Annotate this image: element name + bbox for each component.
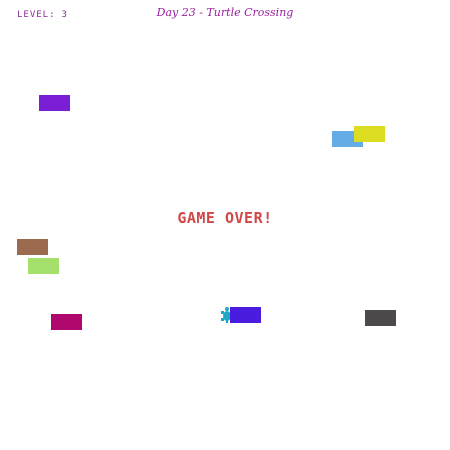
car-dark-gray [365, 310, 396, 326]
car-blue [230, 307, 261, 323]
game-canvas: LEVEL: 3 Day 23 - Turtle Crossing GAME OV… [0, 0, 450, 450]
window-title: Day 23 - Turtle Crossing [156, 6, 294, 19]
car-brown [17, 239, 48, 255]
car-light-green [28, 258, 59, 274]
game-over-message: GAME OVER! [177, 209, 273, 227]
car-yellow [354, 126, 385, 142]
car-purple [39, 95, 70, 111]
car-magenta [51, 314, 82, 330]
